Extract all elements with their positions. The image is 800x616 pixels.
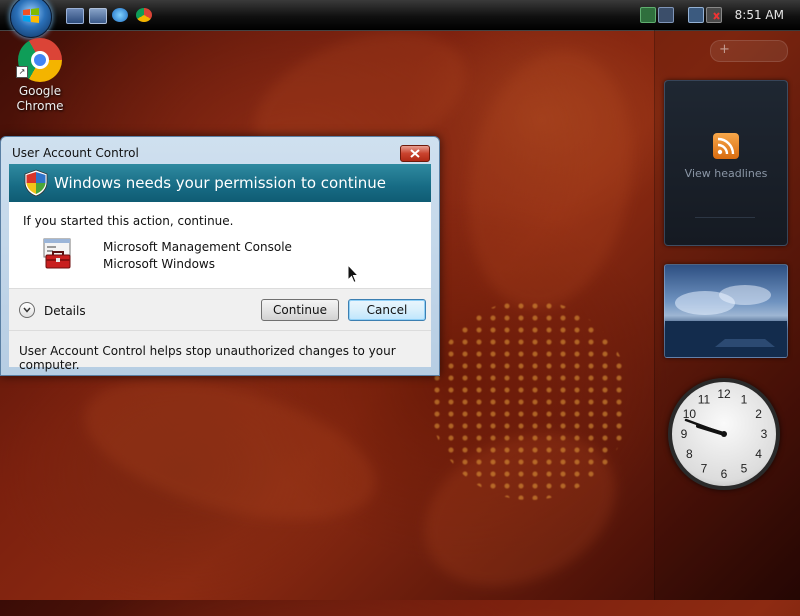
chevron-down-icon[interactable] — [19, 302, 35, 318]
security-tray-icon[interactable] — [658, 7, 674, 23]
clock-face: 12 1 2 3 4 5 6 7 8 9 10 11 — [668, 378, 780, 490]
clock-number: 6 — [721, 467, 728, 481]
clock-number: 5 — [741, 462, 748, 476]
taskbar: 8:51 AM — [0, 0, 800, 38]
shortcut-arrow-icon: ↗ — [16, 66, 28, 78]
slideshow-landscape-image — [665, 285, 787, 357]
clock-number: 8 — [686, 447, 693, 461]
uac-titlebar[interactable]: User Account Control — [1, 137, 439, 165]
plus-icon: + — [719, 42, 730, 57]
continue-button[interactable]: Continue — [261, 299, 339, 321]
clock-number: 12 — [717, 387, 731, 401]
clock-number: 9 — [681, 427, 688, 441]
uac-actions: Details Continue Cancel — [9, 288, 431, 331]
mouse-pointer-icon — [347, 264, 359, 284]
start-button[interactable] — [10, 0, 52, 38]
uac-dialog: User Account Control Windows needs your … — [0, 136, 440, 376]
feed-divider — [695, 217, 755, 218]
window-title: User Account Control — [12, 146, 139, 160]
network-tray-icon[interactable] — [640, 7, 656, 23]
taskbar-clock[interactable]: 8:51 AM — [735, 8, 784, 22]
show-desktop-icon[interactable] — [66, 8, 84, 24]
uac-intro-text: If you started this action, continue. — [23, 214, 234, 228]
system-tray: 8:51 AM — [640, 0, 800, 30]
uac-footer-text[interactable]: User Account Control helps stop unauthor… — [19, 344, 431, 372]
desktop-icon-google-chrome[interactable]: ↗ Google Chrome — [8, 34, 72, 114]
desktop-icon-label: Google Chrome — [16, 84, 64, 113]
clock-number: 7 — [701, 462, 708, 476]
uac-body: If you started this action, continue. Mi… — [9, 202, 431, 288]
internet-explorer-icon[interactable] — [112, 8, 128, 22]
clock-number: 1 — [741, 392, 748, 406]
toolbox-icon — [43, 238, 71, 269]
clock-minute-hand — [684, 418, 726, 436]
mute-x-icon — [713, 12, 720, 20]
feed-gadget-label[interactable]: View headlines — [665, 167, 787, 180]
volume-muted-tray-icon[interactable] — [706, 7, 722, 23]
clock-number: 4 — [755, 447, 762, 461]
chrome-quicklaunch-icon[interactable] — [136, 8, 152, 22]
uac-banner: Windows needs your permission to continu… — [9, 164, 431, 202]
program-name: Microsoft Management Console — [103, 240, 292, 254]
windows-flag-icon — [23, 8, 39, 23]
clock-number: 3 — [761, 427, 768, 441]
cancel-button[interactable]: Cancel — [348, 299, 426, 321]
details-toggle[interactable]: Details — [19, 302, 119, 322]
close-icon — [410, 149, 420, 158]
program-publisher: Microsoft Windows — [103, 257, 215, 271]
close-button[interactable] — [400, 145, 430, 162]
uac-shield-icon — [24, 169, 48, 197]
rss-icon — [713, 133, 739, 159]
clock-gadget[interactable]: 12 1 2 3 4 5 6 7 8 9 10 11 — [664, 374, 786, 496]
sidebar-add-gadget-button[interactable]: + — [710, 40, 788, 62]
uac-footer: User Account Control helps stop unauthor… — [9, 330, 431, 372]
switch-windows-icon[interactable] — [89, 8, 107, 24]
uac-heading: Windows needs your permission to continu… — [54, 174, 387, 192]
clock-number: 11 — [698, 392, 711, 406]
clock-number: 2 — [755, 407, 762, 421]
feed-headlines-gadget[interactable]: View headlines — [664, 80, 788, 246]
monitor-tray-icon[interactable] — [688, 7, 704, 23]
details-label[interactable]: Details — [44, 304, 86, 318]
clock-number: 10 — [683, 407, 697, 421]
slideshow-gadget[interactable] — [664, 264, 788, 358]
